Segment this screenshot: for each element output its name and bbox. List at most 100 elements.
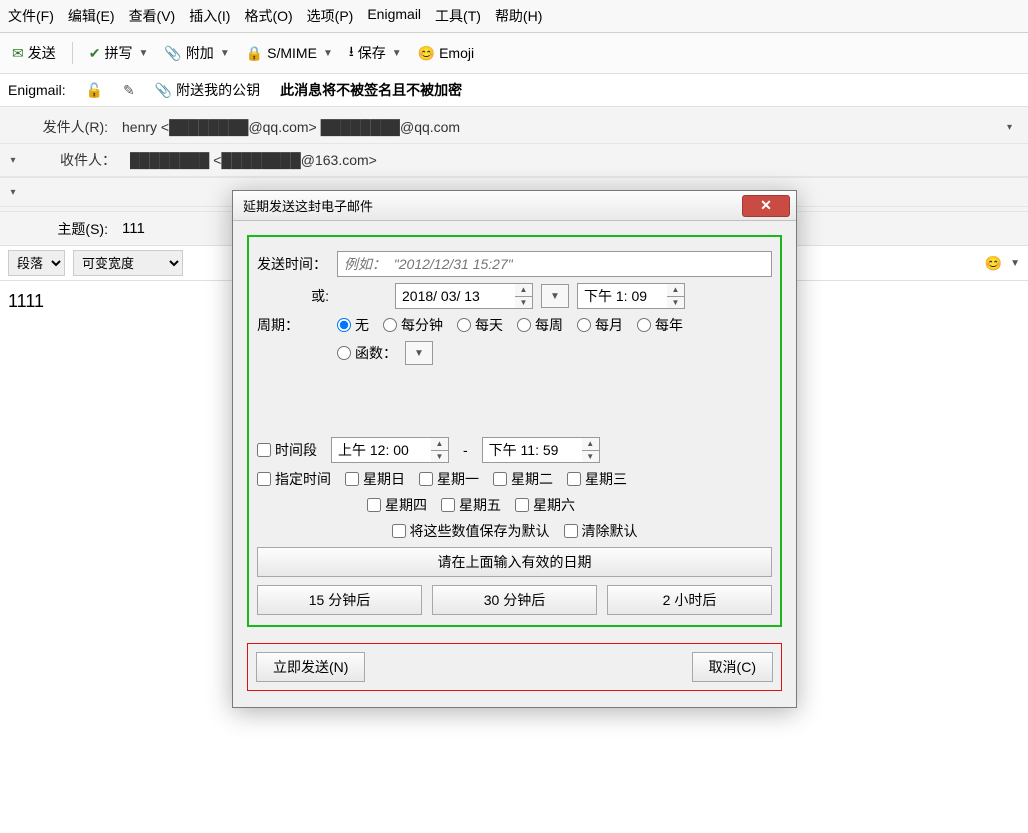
checkbox-thursday-input[interactable] bbox=[367, 498, 381, 512]
checkbox-restrict-days[interactable]: 指定时间 bbox=[257, 469, 331, 489]
font-family-select[interactable]: 可变宽度 bbox=[73, 250, 183, 276]
smime-button[interactable]: 🔒 S/MIME ▼ bbox=[242, 43, 337, 64]
chevron-down-icon[interactable]: ▾ bbox=[8, 155, 18, 166]
cancel-button[interactable]: 取消(C) bbox=[692, 652, 773, 682]
radio-per-week-input[interactable] bbox=[517, 318, 531, 332]
menu-edit[interactable]: 编辑(E) bbox=[68, 6, 115, 26]
radio-per-minute-input[interactable] bbox=[383, 318, 397, 332]
menu-enigmail[interactable]: Enigmail bbox=[367, 6, 421, 26]
checkbox-timerange[interactable]: 时间段 bbox=[257, 440, 317, 460]
radio-per-minute[interactable]: 每分钟 bbox=[383, 315, 443, 335]
send-later-dialog: 延期发送这封电子邮件 ✕ 发送时间： 或: 2018/ 03/ 13 ▲▼ ▼ … bbox=[232, 190, 797, 708]
encryption-status-text: 此消息将不被签名且不被加密 bbox=[280, 80, 462, 100]
radio-per-year[interactable]: 每年 bbox=[637, 315, 683, 335]
smiley-icon[interactable]: 😊 bbox=[985, 255, 1002, 272]
checkbox-monday-input[interactable] bbox=[419, 472, 433, 486]
date-picker[interactable]: 2018/ 03/ 13 ▲▼ bbox=[395, 283, 533, 309]
spellcheck-button[interactable]: ✔ 拼写 ▼ bbox=[85, 41, 153, 65]
date-spinner[interactable]: ▲▼ bbox=[515, 283, 533, 309]
menu-view[interactable]: 查看(V) bbox=[129, 6, 176, 26]
radio-none-input[interactable] bbox=[337, 318, 351, 332]
range-from-picker[interactable]: 上午 12: 00 ▲▼ bbox=[331, 437, 449, 463]
spinner-up-icon[interactable]: ▲ bbox=[431, 438, 448, 451]
save-button[interactable]: ⭳ 保存 ▼ bbox=[345, 39, 406, 67]
spinner-down-icon[interactable]: ▼ bbox=[667, 297, 684, 309]
checkbox-friday-input[interactable] bbox=[441, 498, 455, 512]
checkbox-timerange-input[interactable] bbox=[257, 443, 271, 457]
spinner-up-icon[interactable]: ▲ bbox=[515, 284, 532, 297]
radio-per-month[interactable]: 每月 bbox=[577, 315, 623, 335]
date-input[interactable]: 2018/ 03/ 13 bbox=[395, 283, 515, 309]
checkbox-sunday-input[interactable] bbox=[345, 472, 359, 486]
checkbox-restrict-input[interactable] bbox=[257, 472, 271, 486]
checkbox-clear-defaults[interactable]: 清除默认 bbox=[564, 521, 638, 541]
emoji-button[interactable]: 😊 Emoji bbox=[414, 43, 478, 64]
dialog-titlebar[interactable]: 延期发送这封电子邮件 ✕ bbox=[233, 191, 796, 221]
pencil-icon[interactable]: ✎ bbox=[123, 82, 135, 99]
send-button[interactable]: ✉ 发送 bbox=[8, 41, 60, 65]
unlock-icon[interactable]: 🔓 bbox=[86, 82, 103, 99]
time-input[interactable]: 下午 1: 09 bbox=[577, 283, 667, 309]
to-label[interactable]: 收件人： bbox=[28, 150, 116, 170]
checkbox-saturday[interactable]: 星期六 bbox=[515, 495, 575, 515]
menu-help[interactable]: 帮助(H) bbox=[495, 6, 542, 26]
send-now-button[interactable]: 立即发送(N) bbox=[256, 652, 365, 682]
chevron-down-icon[interactable]: ▼ bbox=[1010, 258, 1020, 269]
close-button[interactable]: ✕ bbox=[742, 195, 790, 217]
radio-function-input[interactable] bbox=[337, 346, 351, 360]
checkbox-tuesday-input[interactable] bbox=[493, 472, 507, 486]
radio-per-day-input[interactable] bbox=[457, 318, 471, 332]
spinner-up-icon[interactable]: ▲ bbox=[667, 284, 684, 297]
preset-30min-button[interactable]: 30 分钟后 bbox=[432, 585, 597, 615]
preset-2hour-button[interactable]: 2 小时后 bbox=[607, 585, 772, 615]
checkbox-monday[interactable]: 星期一 bbox=[419, 469, 479, 489]
checkbox-tuesday[interactable]: 星期二 bbox=[493, 469, 553, 489]
send-time-label: 发送时间： bbox=[257, 254, 329, 274]
radio-function[interactable]: 函数： bbox=[337, 343, 397, 363]
enter-valid-date-button[interactable]: 请在上面输入有效的日期 bbox=[257, 547, 772, 577]
checkbox-thursday[interactable]: 星期四 bbox=[367, 495, 427, 515]
checkbox-saturday-input[interactable] bbox=[515, 498, 529, 512]
range-to-spinner[interactable]: ▲▼ bbox=[582, 437, 600, 463]
send-time-input[interactable] bbox=[337, 251, 772, 277]
to-value[interactable]: ████████ <████████@163.com> bbox=[126, 150, 1020, 170]
checkbox-thursday-label: 星期四 bbox=[385, 495, 427, 515]
checkbox-wednesday-input[interactable] bbox=[567, 472, 581, 486]
time-spinner[interactable]: ▲▼ bbox=[667, 283, 685, 309]
radio-per-day[interactable]: 每天 bbox=[457, 315, 503, 335]
menu-insert[interactable]: 插入(I) bbox=[189, 6, 230, 26]
paragraph-style-select[interactable]: 段落 bbox=[8, 250, 65, 276]
menu-tools[interactable]: 工具(T) bbox=[435, 6, 481, 26]
checkbox-save-defaults[interactable]: 将这些数值保存为默认 bbox=[392, 521, 550, 541]
menu-options[interactable]: 选项(P) bbox=[307, 6, 354, 26]
spinner-down-icon[interactable]: ▼ bbox=[431, 451, 448, 463]
radio-per-week[interactable]: 每周 bbox=[517, 315, 563, 335]
menu-file[interactable]: 文件(F) bbox=[8, 6, 54, 26]
chevron-down-icon[interactable]: ▾ bbox=[1007, 122, 1020, 133]
radio-per-month-input[interactable] bbox=[577, 318, 591, 332]
from-value[interactable]: henry <████████@qq.com> ████████@qq.com bbox=[118, 117, 997, 137]
function-dropdown[interactable]: ▼ bbox=[405, 341, 433, 365]
checkbox-save-defaults-input[interactable] bbox=[392, 524, 406, 538]
spinner-down-icon[interactable]: ▼ bbox=[515, 297, 532, 309]
checkbox-friday[interactable]: 星期五 bbox=[441, 495, 501, 515]
range-to-input[interactable]: 下午 11: 59 bbox=[482, 437, 582, 463]
checkbox-sunday[interactable]: 星期日 bbox=[345, 469, 405, 489]
checkbox-wednesday[interactable]: 星期三 bbox=[567, 469, 627, 489]
time-picker[interactable]: 下午 1: 09 ▲▼ bbox=[577, 283, 685, 309]
radio-per-year-input[interactable] bbox=[637, 318, 651, 332]
period-radio-group: 无 每分钟 每天 每周 每月 每年 bbox=[337, 315, 683, 335]
spinner-down-icon[interactable]: ▼ bbox=[582, 451, 599, 463]
preset-15min-button[interactable]: 15 分钟后 bbox=[257, 585, 422, 615]
attach-key-button[interactable]: 📎 附送我的公钥 bbox=[155, 80, 260, 100]
range-from-input[interactable]: 上午 12: 00 bbox=[331, 437, 431, 463]
chevron-down-icon[interactable]: ▾ bbox=[8, 187, 18, 198]
date-dropdown-button[interactable]: ▼ bbox=[541, 284, 569, 308]
attach-button[interactable]: 📎 附加 ▼ bbox=[160, 41, 233, 65]
spinner-up-icon[interactable]: ▲ bbox=[582, 438, 599, 451]
radio-none[interactable]: 无 bbox=[337, 315, 369, 335]
menu-format[interactable]: 格式(O) bbox=[244, 6, 292, 26]
range-from-spinner[interactable]: ▲▼ bbox=[431, 437, 449, 463]
range-to-picker[interactable]: 下午 11: 59 ▲▼ bbox=[482, 437, 600, 463]
checkbox-clear-defaults-input[interactable] bbox=[564, 524, 578, 538]
